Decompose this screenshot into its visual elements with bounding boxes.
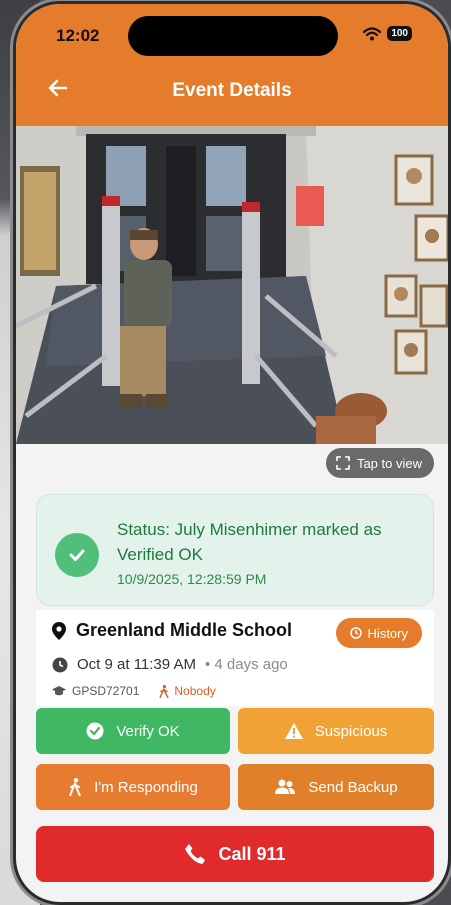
send-backup-button[interactable]: Send Backup [238,764,434,810]
history-label: History [367,625,408,641]
clock-icon [349,627,362,639]
expand-icon [336,456,350,470]
responder-label: Nobody [174,684,216,698]
status-icons: 100 [363,26,412,41]
status-time: 12:02 [56,26,100,45]
check-circle-icon [86,722,104,740]
status-timestamp: 10/9/2025, 12:28:59 PM [117,571,267,587]
date-row: Oct 9 at 11:39 AM • 4 days ago [52,656,288,673]
camera-image [16,126,448,444]
verify-ok-button[interactable]: Verify OK [36,708,230,754]
clock-filled-icon [52,657,68,672]
suspicious-label: Suspicious [314,722,388,740]
page-title: Event Details [172,80,292,101]
walking-person-icon [159,684,170,698]
app-header: 12:02 100 Event Details [16,4,448,126]
event-ago: • 4 days ago [204,656,288,673]
device-id: GPSD72701 [72,684,140,698]
walking-person-icon [69,778,82,796]
warning-triangle-icon [284,723,303,739]
graduation-cap-icon [52,685,66,695]
tap-to-view-button[interactable]: Tap to view [325,448,434,478]
wifi-icon [363,26,382,40]
suspicious-button[interactable]: Suspicious [238,708,434,754]
call-911-label: Call 911 [218,843,286,864]
status-message: Status: July Misenhimer marked as Verifi… [117,520,382,564]
check-circle-icon [55,533,99,577]
location-name: Greenland Middle School [76,620,293,640]
verify-ok-label: Verify OK [116,722,180,740]
dynamic-island [128,16,338,56]
group-icon [275,779,296,794]
call-911-button[interactable]: Call 911 [36,826,434,882]
battery-icon: 100 [387,26,412,41]
responder-status: Nobody [159,684,216,698]
event-info-card: Greenland Middle School History Oct 9 at… [36,610,434,706]
meta-row: GPSD72701 Nobody [52,684,216,698]
phone-screen: 12:02 100 Event Details Tap to view Stat… [16,4,448,902]
phone-icon [185,844,206,864]
im-responding-label: I'm Responding [94,778,198,796]
send-backup-label: Send Backup [308,778,398,796]
tap-to-view-label: Tap to view [356,455,422,471]
camera-snapshot[interactable] [16,126,448,444]
history-button[interactable]: History [335,618,422,648]
status-card: Status: July Misenhimer marked as Verifi… [36,494,434,606]
im-responding-button[interactable]: I'm Responding [36,764,230,810]
location-row: Greenland Middle School [52,620,292,641]
event-date: Oct 9 at 11:39 AM [77,656,196,673]
location-pin-icon [52,621,66,640]
